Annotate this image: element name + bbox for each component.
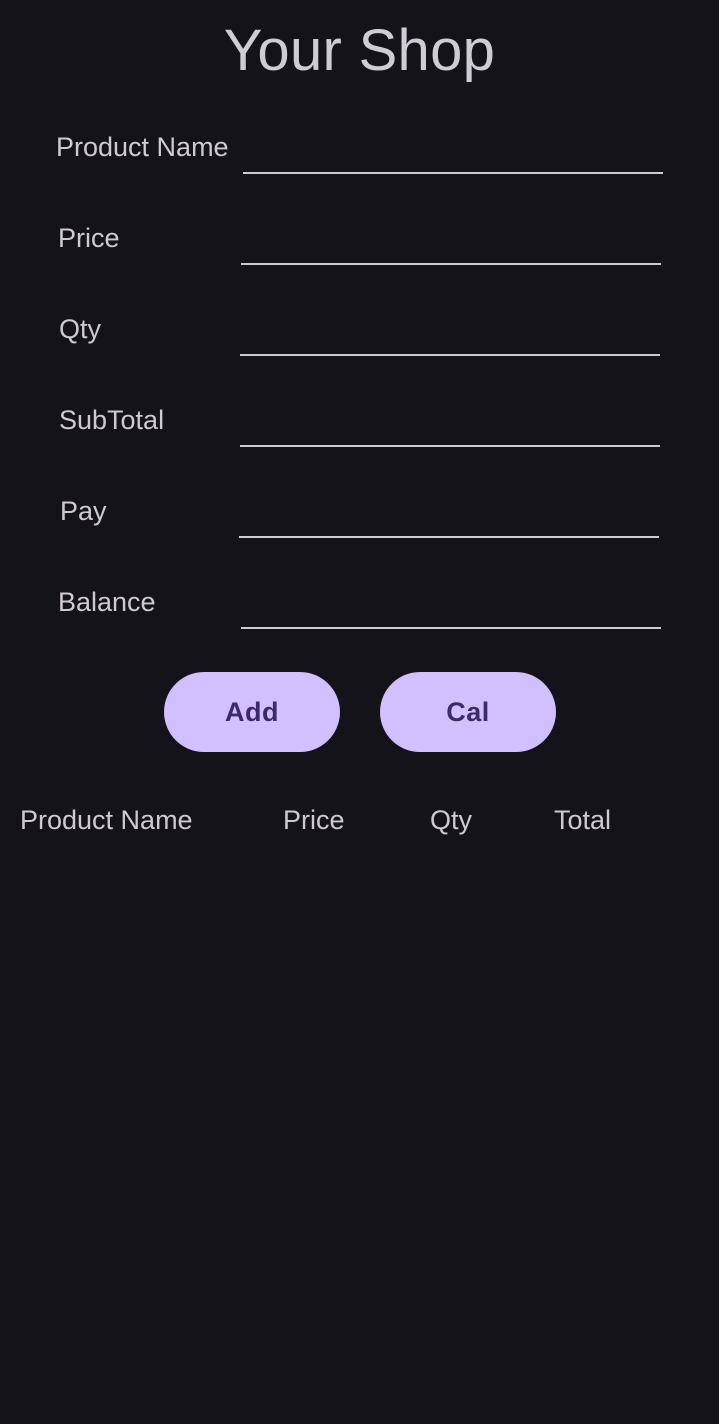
pay-input[interactable] [239,494,659,538]
column-header-price: Price [283,805,345,835]
price-label: Price [58,223,120,253]
balance-label: Balance [58,587,156,617]
subtotal-input[interactable] [240,403,660,447]
column-header-qty: Qty [430,805,473,835]
qty-input[interactable] [240,312,660,356]
price-input[interactable] [241,221,661,265]
balance-input[interactable] [241,585,661,629]
pay-label: Pay [60,496,107,526]
product-name-input[interactable] [243,130,663,174]
page-title: Your Shop [223,18,496,83]
cal-button[interactable]: Cal [380,672,556,752]
column-header-total: Total [554,805,612,835]
table-body [0,850,719,1410]
qty-label: Qty [59,314,102,344]
add-button[interactable]: Add [164,672,340,752]
subtotal-label: SubTotal [59,405,165,435]
product-name-label: Product Name [56,132,229,162]
app-screen: Your Shop Product Name Price Qty SubTota… [0,0,719,1424]
column-header-product-name: Product Name [20,805,193,835]
